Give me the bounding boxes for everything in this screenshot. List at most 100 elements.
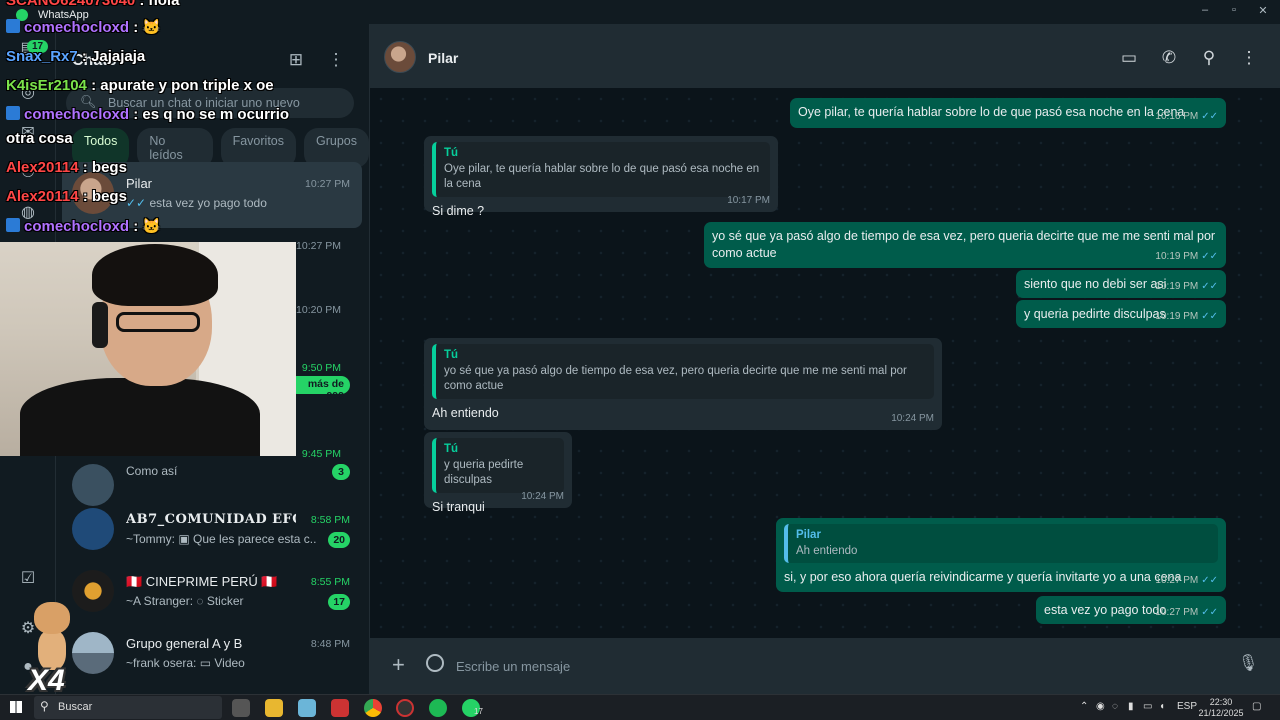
new-chat-icon[interactable]: ⊞	[284, 50, 308, 70]
stream-chat-line: Alex20114 : begs	[6, 188, 127, 205]
chat-username: Alex20114	[6, 188, 79, 205]
video-call-icon[interactable]: ▭	[1117, 48, 1141, 68]
quoted-message[interactable]: Tú Oye pilar, te quería hablar sobre lo …	[432, 142, 770, 197]
search-in-chat-icon[interactable]: ⚲	[1197, 48, 1221, 68]
quote-author: Tú	[444, 147, 459, 159]
message-bubble-outgoing[interactable]: esta vez yo pago todo 10:27 PM ✓✓	[1036, 596, 1226, 624]
message-time: 10:27 PM ✓✓	[1155, 574, 1218, 588]
message-text: Oye pilar, te quería hablar sobre lo de …	[798, 105, 1185, 119]
chat-preview: ✓✓ esta vez yo pago todo	[126, 196, 316, 210]
message-bubble-outgoing[interactable]: Oye pilar, te quería hablar sobre lo de …	[790, 98, 1226, 128]
chat-time: 10:27 PM	[296, 240, 341, 252]
message-time: 10:16 PM ✓✓	[1155, 110, 1218, 124]
chat-username: K4isEr2104	[6, 77, 87, 94]
stream-chat-line: SCANO624073040 : hola	[6, 0, 179, 9]
cat-emote-icon: 🐱	[142, 19, 162, 36]
message-time-text: 10:16 PM	[1155, 110, 1199, 122]
message-bubble-outgoing[interactable]: siento que no debi ser asi 10:19 PM ✓✓	[1016, 270, 1226, 298]
cat-emote-icon: 🐱	[142, 218, 162, 235]
webcam-overlay	[0, 242, 296, 456]
chat-preview: ~A Stranger: ◌ Sticker	[126, 594, 244, 608]
chat-message: hola	[148, 0, 180, 9]
chat-time: 10:20 PM	[296, 304, 341, 316]
tray-app-icon[interactable]: ◌	[1112, 701, 1118, 712]
unread-count-badge: 17	[328, 594, 350, 610]
window-titlebar: WhatsApp – ▫ ✕	[0, 0, 1280, 24]
read-ticks-icon: ✓✓	[1201, 606, 1218, 618]
app-icon[interactable]	[331, 699, 349, 717]
file-explorer-icon[interactable]	[265, 699, 283, 717]
message-bubble-outgoing[interactable]: Pilar Ah entiendo si, y por eso ahora qu…	[776, 518, 1226, 592]
streamer-hair	[92, 244, 218, 306]
quoted-message[interactable]: Tú y queria pedirte disculpas	[432, 438, 564, 493]
message-bubble-incoming[interactable]: Tú yo sé que ya pasó algo de tiempo de e…	[424, 338, 942, 430]
message-text: y queria pedirte disculpas	[1024, 307, 1166, 321]
chat-message: Jajajaja	[91, 48, 146, 65]
emoji-sticker-icon[interactable]	[426, 654, 444, 672]
message-time: 10:24 PM	[891, 412, 934, 424]
message-text: yo sé que ya pasó algo de tiempo de esa …	[712, 229, 1216, 260]
microphone-icon[interactable]: 🎙︎	[1238, 653, 1258, 673]
quote-text: y queria pedirte disculpas	[444, 458, 524, 487]
message-time: 10:17 PM	[727, 194, 770, 206]
maximize-button[interactable]: ▫	[1219, 4, 1249, 16]
stream-chat-line: comechocloxd : 🐱	[6, 217, 161, 235]
message-input[interactable]: Escribe un mensaje	[456, 646, 1226, 686]
taskbar-search-label: Buscar	[58, 701, 93, 713]
attach-plus-icon[interactable]: +	[392, 652, 405, 678]
chat-preview: ~frank osera: ▭ Video	[126, 656, 245, 670]
chat-name: AB7_COMUNIDAD EFOO...	[126, 512, 296, 527]
minimize-button[interactable]: –	[1190, 4, 1220, 16]
chat-username: comechocloxd	[24, 106, 130, 123]
chat-row-ab7-comunidad[interactable]: AB7_COMUNIDAD EFOO... 8:58 PM ~Tommy: ▣ …	[62, 498, 362, 564]
message-text: siento que no debi ser asi	[1024, 277, 1167, 291]
contact-avatar[interactable]	[384, 41, 416, 73]
message-time-text: 10:27 PM	[1155, 574, 1199, 586]
taskbar-clock[interactable]: 22:30 21/12/2025	[1194, 697, 1248, 719]
tray-chevron-icon[interactable]: ⌃	[1080, 701, 1088, 712]
message-time: 10:27 PM ✓✓	[1155, 606, 1218, 620]
message-time: 10:19 PM ✓✓	[1155, 280, 1218, 294]
message-text: Si dime ?	[432, 203, 485, 218]
tray-app-icon[interactable]: ◉	[1096, 701, 1105, 712]
close-window-button[interactable]: ✕	[1248, 4, 1278, 17]
platform-badge-icon	[6, 218, 20, 232]
chrome-icon[interactable]	[364, 699, 382, 717]
message-text: si, y por eso ahora quería reivindicarme…	[784, 570, 1182, 585]
voice-call-icon[interactable]: ✆	[1157, 48, 1181, 68]
read-ticks-icon: ✓✓	[1201, 110, 1218, 122]
windows-start-icon[interactable]	[10, 701, 22, 713]
chat-row-cineprime[interactable]: 🇵🇪 CINEPRIME PERÚ 🇵🇪 8:55 PM ~A Stranger…	[62, 560, 362, 626]
contact-name[interactable]: Pilar	[428, 50, 458, 66]
message-bubble-outgoing[interactable]: yo sé que ya pasó algo de tiempo de esa …	[704, 222, 1226, 268]
quoted-message[interactable]: Pilar Ah entiendo	[784, 524, 1218, 564]
chat-username: SCANO624073040	[6, 0, 136, 9]
notifications-icon[interactable]: ▢	[1252, 701, 1261, 712]
quoted-message[interactable]: Tú yo sé que ya pasó algo de tiempo de e…	[432, 344, 934, 399]
task-view-icon[interactable]	[232, 699, 250, 717]
taskbar-search[interactable]: ⚲ Buscar	[34, 696, 222, 719]
quote-author: Tú	[444, 349, 459, 361]
menu-kebab-icon[interactable]: ⋮	[324, 50, 348, 70]
message-text: esta vez yo pago todo	[1044, 603, 1167, 617]
quote-text: Oye pilar, te quería hablar sobre lo de …	[444, 162, 760, 191]
message-bubble-incoming[interactable]: Tú y queria pedirte disculpas Si tranqui…	[424, 432, 572, 514]
message-bubble-incoming[interactable]: Tú Oye pilar, te quería hablar sobre lo …	[424, 136, 778, 218]
archived-nav-icon[interactable]: ☑	[17, 568, 39, 590]
notepad-icon[interactable]	[298, 699, 316, 717]
obs-icon[interactable]	[396, 699, 414, 717]
message-bubble-outgoing[interactable]: y queria pedirte disculpas 10:19 PM ✓✓	[1016, 300, 1226, 328]
message-time-text: 10:19 PM	[1155, 250, 1199, 262]
chat-time: 8:55 PM	[310, 576, 350, 588]
tray-mic-icon[interactable]: ▮	[1128, 701, 1134, 712]
stream-chat-line: Alex20114 : begs	[6, 159, 127, 176]
quote-text: yo sé que ya pasó algo de tiempo de esa …	[444, 364, 907, 393]
network-icon[interactable]: ▭	[1143, 701, 1152, 712]
platform-badge-icon	[6, 106, 20, 120]
stream-chat-line: otra cosa	[6, 130, 73, 147]
volume-icon[interactable]: ◖	[1159, 701, 1165, 712]
spotify-icon[interactable]	[429, 699, 447, 717]
chat-row-grupo-general[interactable]: Grupo general A y B 8:48 PM ~frank osera…	[62, 622, 362, 688]
chat-menu-kebab-icon[interactable]: ⋮	[1237, 48, 1261, 68]
chat-message: otra cosa	[6, 130, 73, 147]
